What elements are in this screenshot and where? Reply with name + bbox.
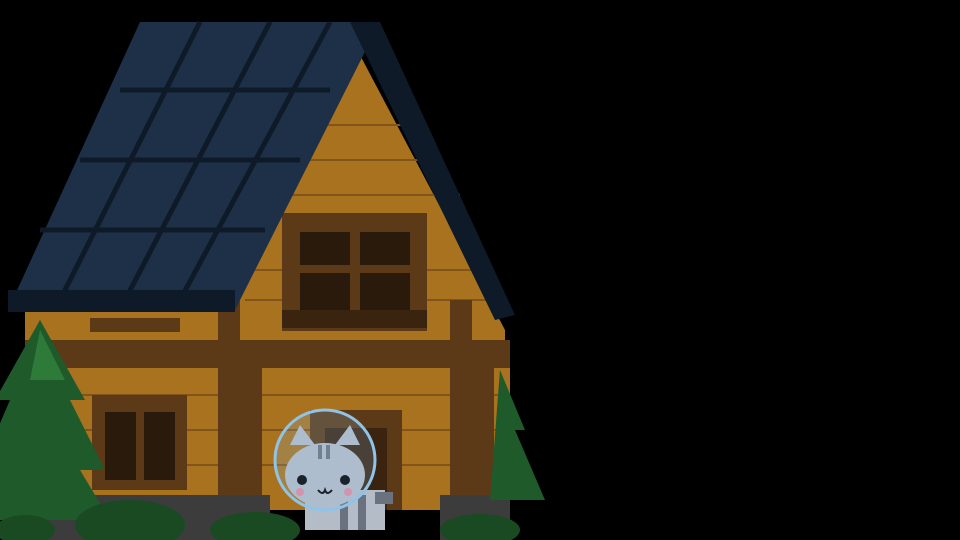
timber-post-mid [238, 368, 262, 510]
timber-post-far-right [472, 368, 494, 510]
small-upper-window [90, 318, 180, 332]
bubble-helmet [273, 408, 377, 512]
game-scene[interactable] [0, 0, 960, 540]
lower-window [92, 395, 187, 490]
timber-beam-horizontal [25, 340, 510, 368]
timber-post-right [450, 300, 472, 510]
upper-window [282, 213, 427, 331]
timber-post-left [218, 290, 240, 510]
